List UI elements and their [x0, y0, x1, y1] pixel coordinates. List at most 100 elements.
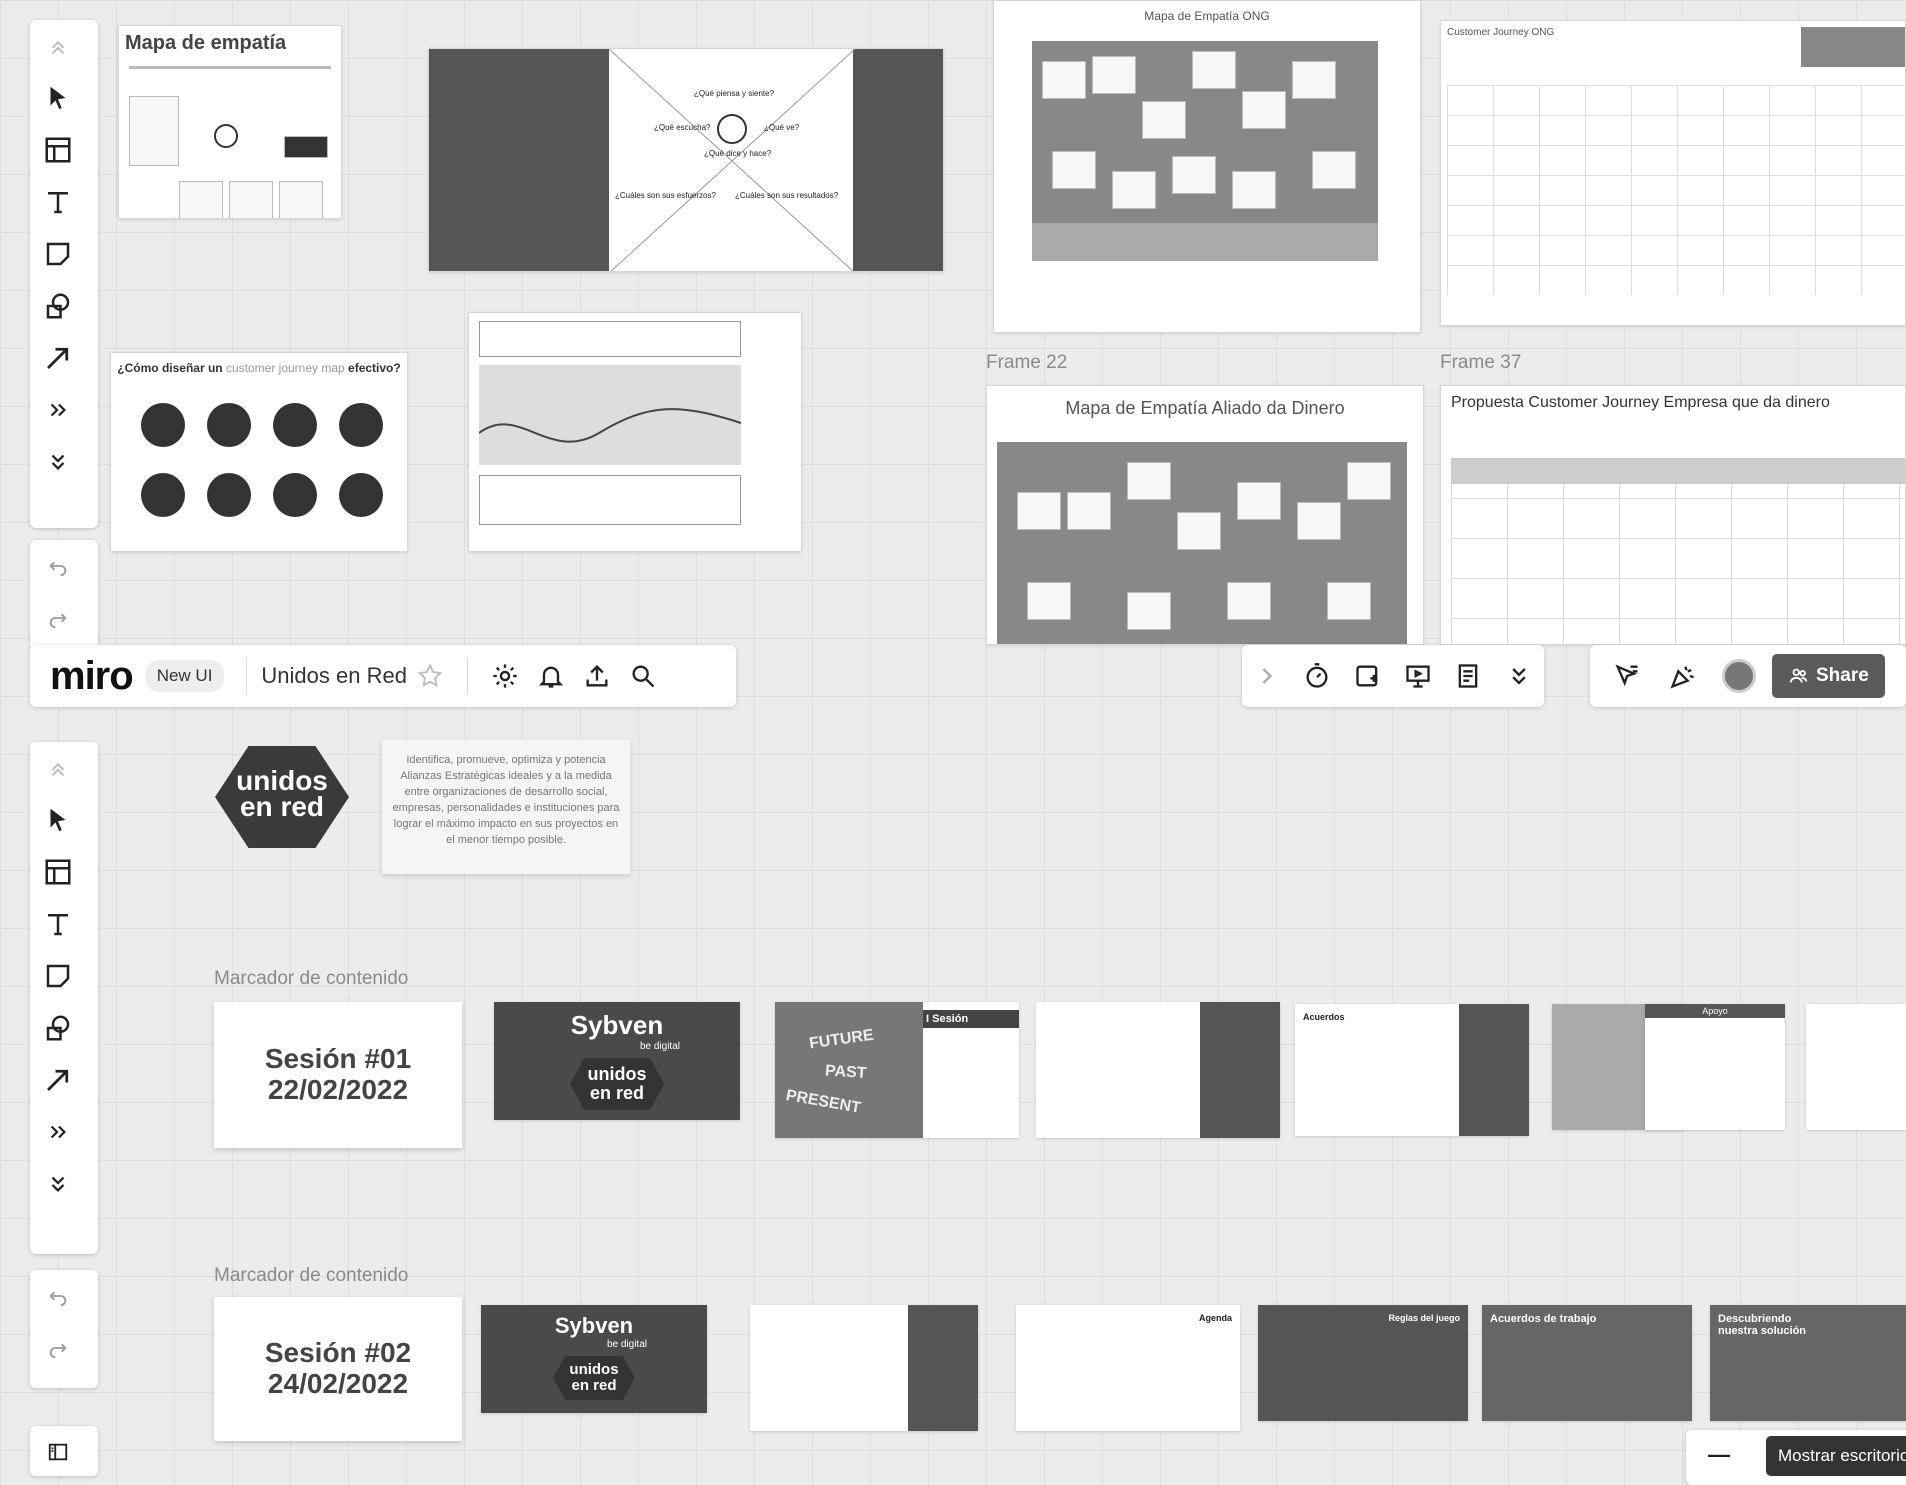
cursor-filter-icon[interactable]: [1604, 653, 1650, 699]
session-1-card[interactable]: Sesión #01 22/02/2022: [214, 1002, 462, 1148]
connector-tool-icon[interactable]: [30, 1054, 86, 1106]
session-2-title: Sesión #02: [264, 1337, 412, 1369]
session-2-card[interactable]: Sesión #02 24/02/2022: [214, 1297, 462, 1441]
undo-icon[interactable]: [30, 1270, 86, 1322]
celebrate-icon[interactable]: [1660, 653, 1706, 699]
undo-icon[interactable]: [30, 540, 86, 592]
shapes-tool-icon[interactable]: [30, 280, 86, 332]
star-icon[interactable]: [407, 653, 453, 699]
slide-thumb-agenda[interactable]: Agenda: [1016, 1305, 1240, 1431]
mapa-ong-frame[interactable]: Mapa de Empatía ONG: [993, 0, 1421, 333]
frame-37-label[interactable]: Frame 37: [1440, 352, 1521, 374]
slide-thumb-descubriendo[interactable]: Descubriendo nuestra solución: [1710, 1305, 1906, 1421]
sticky-note-tool-icon[interactable]: [30, 950, 86, 1002]
sybven-sub: be digital: [606, 1339, 647, 1350]
note: [1297, 502, 1341, 540]
section-2-label[interactable]: Marcador de contenido: [214, 1265, 408, 1287]
upload-icon[interactable]: [574, 653, 620, 699]
presentation-icon[interactable]: [1395, 653, 1441, 699]
search-icon[interactable]: [620, 653, 666, 699]
slide-thumb-sybven[interactable]: Sybven be digital unidos en red: [494, 1002, 740, 1120]
mapa-aliado-frame[interactable]: Mapa de Empatía Aliado da Dinero: [986, 385, 1424, 645]
frame-22-label[interactable]: Frame 22: [986, 352, 1067, 374]
redo-icon[interactable]: [30, 1322, 86, 1374]
new-ui-badge[interactable]: New UI: [144, 660, 225, 692]
unidos-logo[interactable]: unidos en red: [215, 746, 349, 848]
unidos-description[interactable]: Identifica, promueve, optimiza y potenci…: [382, 740, 630, 874]
note: [1127, 462, 1171, 500]
step-icon: [273, 473, 317, 517]
signpost-photo: FUTURE PAST PRESENT: [775, 1002, 923, 1138]
frames-panel-toggle[interactable]: [30, 1426, 98, 1476]
note: [1242, 91, 1286, 129]
bell-icon[interactable]: [528, 653, 574, 699]
slide-thumb-futuro[interactable]: FUTURE PAST PRESENT I Sesión: [775, 1002, 1019, 1138]
redo-icon[interactable]: [30, 592, 86, 644]
agenda-title: Agenda: [1198, 1313, 1232, 1323]
cj-ong-frame[interactable]: Customer Journey ONG: [1440, 20, 1906, 326]
undo-redo-bottom: [30, 1270, 98, 1388]
chevron-down-double-icon[interactable]: [1496, 653, 1542, 699]
mapa-aliado-board: [997, 442, 1407, 644]
avatar[interactable]: [1716, 653, 1762, 699]
miro-logo[interactable]: miro: [50, 654, 134, 699]
slide-thumb-reglas[interactable]: Reglas del juego: [1258, 1305, 1468, 1421]
board-title[interactable]: Unidos en Red: [261, 663, 407, 689]
section-1-label[interactable]: Marcador de contenido: [214, 968, 408, 990]
journey-zones-card[interactable]: [468, 312, 802, 552]
mapa-empatia-card[interactable]: Mapa de empatía: [118, 25, 342, 219]
template-tool-icon[interactable]: [30, 846, 86, 898]
slide-dark-panel: [1459, 1004, 1529, 1136]
note: [1347, 462, 1391, 500]
share-button[interactable]: Share: [1772, 654, 1885, 698]
select-tool-icon[interactable]: [30, 794, 86, 846]
step-icon: [141, 473, 185, 517]
share-label: Share: [1816, 665, 1869, 686]
journey-curve: [479, 408, 741, 443]
more-tools-icon[interactable]: [30, 384, 86, 436]
template-tool-icon[interactable]: [30, 124, 86, 176]
empathy-canvas-card[interactable]: ¿Qué piensa y siente? ¿Qué escucha? ¿Qué…: [428, 48, 944, 272]
slide-thumb-acuerdos[interactable]: Acuerdos: [1295, 1004, 1529, 1136]
como-disenar-title: ¿Cómo diseñar un customer journey map ef…: [111, 353, 407, 375]
como-disenar-card[interactable]: ¿Cómo diseñar un customer journey map ef…: [110, 352, 408, 552]
zoom-out-button[interactable]: —: [1708, 1442, 1730, 1468]
notes-icon[interactable]: [1445, 653, 1491, 699]
chevron-up-icon[interactable]: [30, 20, 86, 72]
chevron-up-icon[interactable]: [30, 742, 86, 794]
unidos-hex: unidos en red: [570, 1058, 664, 1110]
mapa-aliado-title: Mapa de Empatía Aliado da Dinero: [1065, 398, 1345, 418]
left-toolbar-bottom: [30, 742, 98, 1254]
more-tools-icon[interactable]: [30, 1106, 86, 1158]
propuesta-header-row: [1451, 458, 1905, 484]
slide-thumb-partial[interactable]: [1806, 1004, 1906, 1130]
slide-thumb-acuerdos-trabajo[interactable]: Acuerdos de trabajo: [1482, 1305, 1692, 1421]
slide-thumb-agenda-1[interactable]: [1036, 1002, 1280, 1138]
chevron-right-icon[interactable]: [1244, 653, 1290, 699]
propuesta-frame[interactable]: Propuesta Customer Journey Empresa que d…: [1440, 385, 1906, 645]
shapes-tool-icon[interactable]: [30, 1002, 86, 1054]
select-tool-icon[interactable]: [30, 72, 86, 124]
sticky-note-tool-icon[interactable]: [30, 228, 86, 280]
settings-gear-icon[interactable]: [482, 653, 528, 699]
slide-thumb-apoyo[interactable]: Apoyo: [1645, 1004, 1785, 1130]
sidebar-panel-icon[interactable]: [30, 1426, 86, 1478]
note: [1172, 156, 1216, 194]
timer-icon[interactable]: [1294, 653, 1340, 699]
text-tool-icon[interactable]: [30, 176, 86, 228]
collapse-down-icon[interactable]: [30, 436, 86, 488]
slide-thumb-sybven-2[interactable]: Sybven be digital unidos en red: [481, 1305, 707, 1413]
empathy-left-panel: [429, 49, 609, 271]
empathy-ve: ¿Qué ve?: [764, 123, 800, 132]
propuesta-table: [1451, 458, 1905, 644]
card-add-icon[interactable]: [1345, 653, 1391, 699]
note: [1112, 171, 1156, 209]
mapa-ong-strip: [1032, 223, 1378, 261]
note: [1292, 61, 1336, 99]
connector-tool-icon[interactable]: [30, 332, 86, 384]
text-tool-icon[interactable]: [30, 898, 86, 950]
empathy-cross-lines: [609, 49, 855, 271]
collapse-down-icon[interactable]: [30, 1158, 86, 1210]
slide-thumb-qr[interactable]: [750, 1305, 978, 1431]
session-1-title: Sesión #01: [264, 1043, 412, 1075]
